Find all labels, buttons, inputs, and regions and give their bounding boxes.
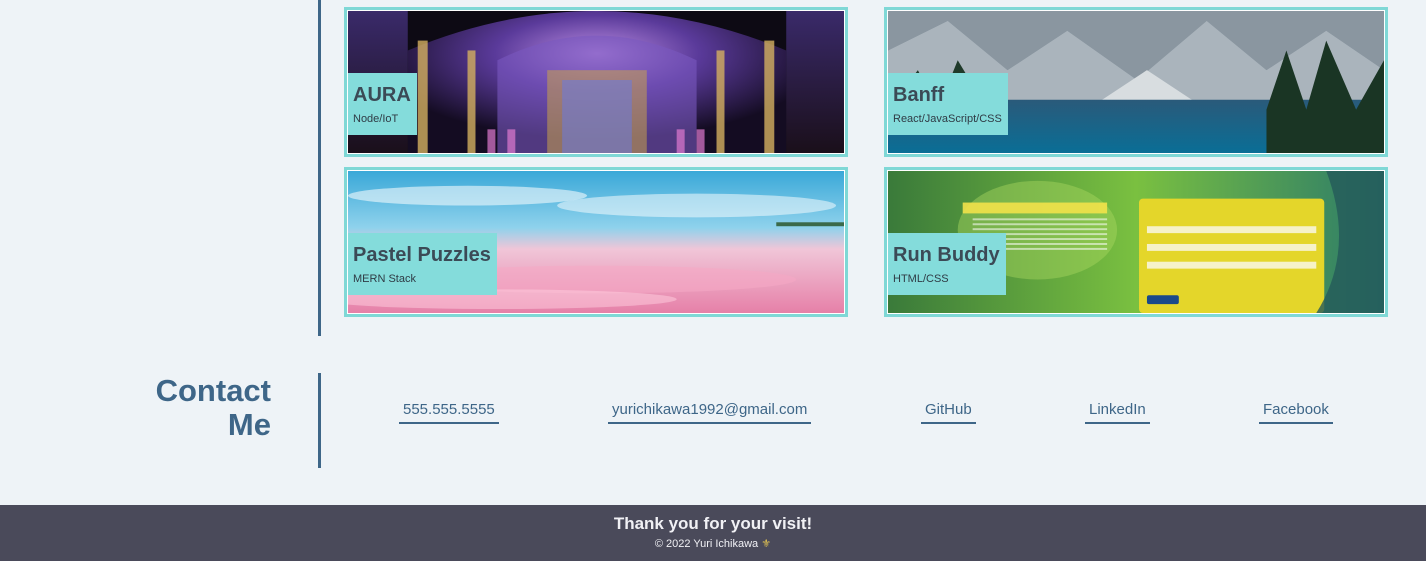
phone-link[interactable]: 555.555.5555	[399, 400, 499, 424]
project-tech: Node/IoT	[353, 113, 399, 125]
contact-heading: Contact Me	[156, 374, 271, 442]
copyright-text: © 2022 Yuri Ichikawa	[654, 538, 759, 550]
contact-heading-line: Me	[227, 407, 271, 442]
project-title: Pastel Puzzles	[353, 244, 491, 266]
contact-heading-line: Contact	[155, 373, 271, 408]
footer: Thank you for your visit! © 2022 Yuri Ic…	[0, 505, 1426, 561]
project-title: Banff	[893, 84, 945, 106]
footer-thanks: Thank you for your visit!	[613, 514, 813, 533]
cathedral-interior-image	[348, 11, 844, 153]
contact-divider-line	[318, 373, 321, 468]
project-card-banff[interactable]: Banff React/JavaScript/CSS	[884, 7, 1388, 157]
fleur-de-lis-icon: ⚜	[761, 538, 772, 550]
project-card-run-buddy[interactable]: Run Buddy HTML/CSS	[884, 167, 1388, 317]
project-tech: MERN Stack	[353, 273, 416, 285]
project-card-aura[interactable]: AURA Node/IoT	[344, 7, 848, 157]
section-divider-line	[318, 0, 321, 336]
email-link[interactable]: yurichikawa1992@gmail.com	[608, 400, 812, 424]
project-label: Run Buddy HTML/CSS	[888, 233, 1006, 295]
project-title: Run Buddy	[893, 244, 1000, 266]
linkedin-link[interactable]: LinkedIn	[1085, 400, 1150, 424]
project-card-pastel-puzzles[interactable]: Pastel Puzzles MERN Stack	[344, 167, 848, 317]
facebook-link[interactable]: Facebook	[1259, 400, 1333, 424]
footer-copyright: © 2022 Yuri Ichikawa ⚜	[0, 537, 1426, 550]
project-title: AURA	[353, 84, 411, 106]
project-tech: React/JavaScript/CSS	[893, 113, 1002, 125]
github-link[interactable]: GitHub	[921, 400, 976, 424]
project-label: Banff React/JavaScript/CSS	[888, 73, 1008, 135]
project-label: AURA Node/IoT	[348, 73, 417, 135]
project-tech: HTML/CSS	[893, 273, 949, 285]
project-label: Pastel Puzzles MERN Stack	[348, 233, 497, 295]
